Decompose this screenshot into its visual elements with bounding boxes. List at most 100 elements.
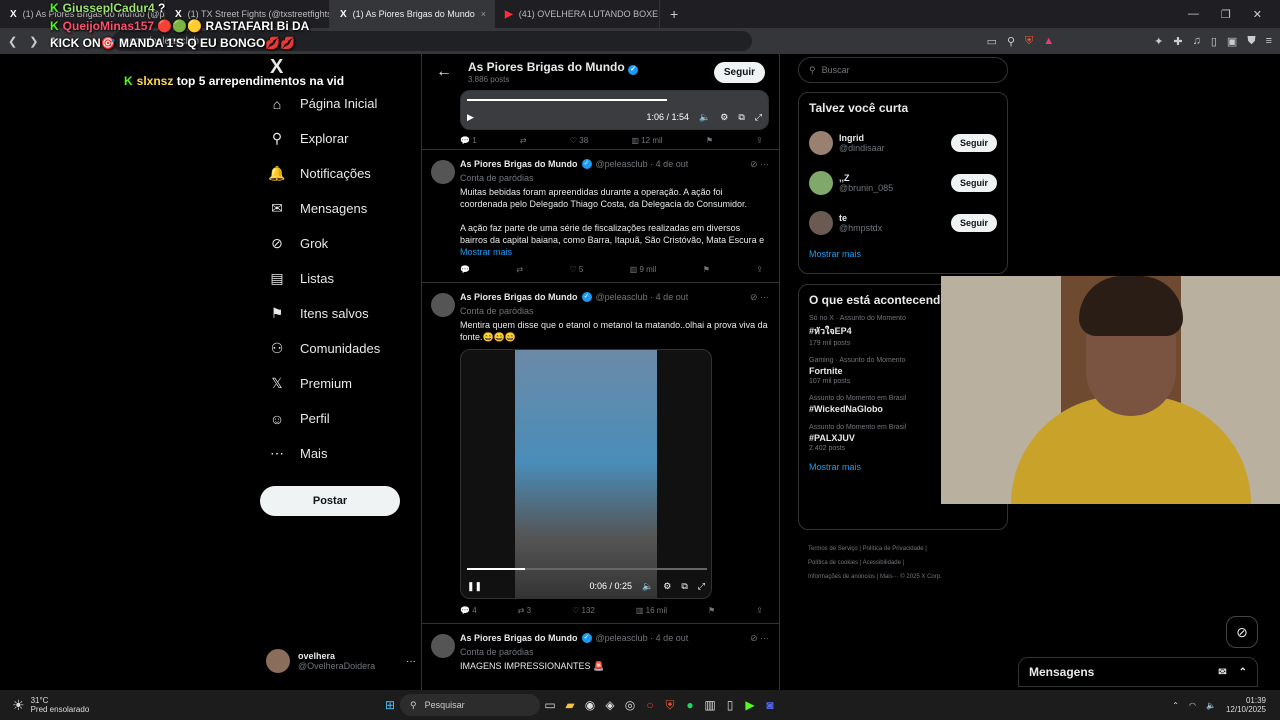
menu-icon[interactable]: ≡ xyxy=(1266,35,1272,48)
settings-icon[interactable]: ⚙ xyxy=(720,112,728,123)
pause-icon[interactable]: ❚❚ xyxy=(467,580,482,592)
zoom-icon[interactable]: ⚲ xyxy=(1007,35,1015,48)
new-tab-button[interactable]: + xyxy=(660,6,688,22)
follow-button[interactable]: Seguir xyxy=(950,134,997,152)
search-input[interactable]: ⚲ Buscar xyxy=(798,57,1008,83)
retweet-button[interactable]: ⇄ 3 xyxy=(518,605,531,617)
bookmark-button[interactable]: ⚑ xyxy=(706,136,713,145)
share-button[interactable]: ⇪ xyxy=(756,136,763,145)
like-button[interactable]: ♡ 5 xyxy=(569,264,583,276)
opera-icon[interactable]: ○ xyxy=(640,698,660,712)
sidebar-icon[interactable]: ▯ xyxy=(1211,35,1217,48)
weather-widget[interactable]: ☀ 31°C Pred ensolarado xyxy=(0,696,380,714)
windows-start-icon[interactable]: ⊞ xyxy=(380,698,400,712)
share-button[interactable]: ⇪ xyxy=(756,264,763,276)
retweet-button[interactable]: ⇄ xyxy=(516,264,523,276)
nav-item[interactable]: ⚲ Explorar xyxy=(260,121,420,156)
grok-icon[interactable]: ⊘ ··· xyxy=(750,158,769,170)
maximize-icon[interactable]: ❐ xyxy=(1221,8,1231,21)
bookmark-button[interactable]: ⚑ xyxy=(708,605,715,617)
nav-item[interactable]: 𝕏 Premium xyxy=(260,366,420,401)
account-switcher[interactable]: ovelhera @OvelheraDoidera ··· xyxy=(266,646,416,676)
compose-message-icon[interactable]: ✉ xyxy=(1218,667,1226,678)
grok-icon[interactable]: ⊘ xyxy=(1226,616,1258,648)
kick-icon[interactable]: ▶ xyxy=(740,698,760,712)
close-window-icon[interactable]: ✕ xyxy=(1253,8,1262,21)
more-icon[interactable]: ··· xyxy=(406,656,416,667)
x-logo[interactable]: X xyxy=(260,56,420,86)
video-progress[interactable] xyxy=(467,568,525,570)
expand-icon[interactable]: ⌃ xyxy=(1239,667,1247,678)
minimize-icon[interactable]: — xyxy=(1188,8,1199,21)
app-icon[interactable]: ▥ xyxy=(700,698,720,712)
play-icon[interactable]: ▶ xyxy=(467,112,474,123)
puzzle-icon[interactable]: ✚ xyxy=(1173,35,1182,48)
vpn-icon[interactable]: ⛊ xyxy=(1247,35,1255,48)
github-icon[interactable]: ◎ xyxy=(620,698,640,712)
fullscreen-icon[interactable]: ⤢ xyxy=(755,112,762,123)
like-button[interactable]: ♡ 38 xyxy=(570,136,588,145)
settings-icon[interactable]: ⚙ xyxy=(663,580,671,592)
show-more-link[interactable]: Mostrar mais xyxy=(460,246,769,258)
nav-item[interactable]: ⚑ Itens salvos xyxy=(260,296,420,331)
retweet-button[interactable]: ⇄ xyxy=(520,136,527,145)
avatar[interactable] xyxy=(431,634,455,658)
share-button[interactable]: ⇪ xyxy=(756,605,763,617)
follow-button[interactable]: Seguir xyxy=(950,174,997,192)
tweet[interactable]: As Piores Brigas do Mundo ✓ @peleasclub · … xyxy=(422,149,779,282)
post-button[interactable]: Postar xyxy=(260,486,400,516)
tweet[interactable]: As Piores Brigas do Mundo ✓ @peleasclub · … xyxy=(422,282,779,623)
volume-icon[interactable]: 🔈 xyxy=(699,112,710,123)
spotify-icon[interactable]: ● xyxy=(680,698,700,712)
like-button[interactable]: ♡ 132 xyxy=(572,605,595,617)
video-player[interactable]: ▶ 1:06 / 1:54 🔈 ⚙ ⧉ ⤢ xyxy=(460,90,769,130)
video-player[interactable]: ❚❚ 0:06 / 0:25 🔈 ⚙ ⧉ ⤢ xyxy=(460,349,712,599)
brave-shield-icon[interactable]: ⛨ xyxy=(1025,35,1033,48)
app-icon[interactable]: ◈ xyxy=(600,698,620,712)
follow-button[interactable]: Seguir xyxy=(950,214,997,232)
notepad-icon[interactable]: ▯ xyxy=(720,698,740,712)
avatar[interactable] xyxy=(431,160,455,184)
suggestion-item[interactable]: ,,Z @brunin_085 Seguir xyxy=(809,163,997,203)
nav-item[interactable]: ⊘ Grok xyxy=(260,226,420,261)
brave-icon[interactable]: ⛨ xyxy=(660,698,680,713)
reply-button[interactable]: 💬 xyxy=(460,264,470,276)
wifi-icon[interactable]: ◠ xyxy=(1189,701,1196,710)
messages-drawer[interactable]: Mensagens ✉ ⌃ xyxy=(1018,657,1258,687)
music-icon[interactable]: ♫ xyxy=(1193,35,1201,48)
suggestion-item[interactable]: Ingrid @dindisaar Seguir xyxy=(809,123,997,163)
close-tab-icon[interactable]: × xyxy=(481,9,486,19)
pip-icon[interactable]: ⧉ xyxy=(681,580,687,592)
nav-item[interactable]: ☺ Perfil xyxy=(260,401,420,436)
nav-item[interactable]: ▤ Listas xyxy=(260,261,420,296)
task-view-icon[interactable]: ▭ xyxy=(540,698,560,712)
suggestion-item[interactable]: te @hmpstdx Seguir xyxy=(809,203,997,243)
nav-item[interactable]: ⌂ Página Inicial xyxy=(260,86,420,121)
volume-icon[interactable]: 🔈 xyxy=(1206,701,1216,710)
nav-item[interactable]: ⚇ Comunidades xyxy=(260,331,420,366)
back-icon[interactable]: ❮ xyxy=(8,35,17,48)
back-arrow-icon[interactable]: ← xyxy=(436,63,452,81)
taskbar-search[interactable]: ⚲ Pesquisar xyxy=(400,694,540,716)
nav-item[interactable]: ⋯ Mais xyxy=(260,436,420,471)
browser-tab[interactable]: ▶(41) OVELHERA LUTANDO BOXE KKK× xyxy=(495,0,660,28)
show-more-link[interactable]: Mostrar mais xyxy=(809,249,997,259)
file-explorer-icon[interactable]: ▰ xyxy=(560,698,580,712)
cast-icon[interactable]: ▭ xyxy=(987,35,997,48)
reply-button[interactable]: 💬 1 xyxy=(460,136,477,145)
steam-icon[interactable]: ◉ xyxy=(580,698,600,712)
reply-button[interactable]: 💬 4 xyxy=(460,605,477,617)
extension-icon[interactable]: ✦ xyxy=(1154,35,1163,48)
fullscreen-icon[interactable]: ⤢ xyxy=(698,580,705,592)
clock[interactable]: 01:39 12/10/2025 xyxy=(1226,696,1266,714)
follow-button[interactable]: Seguir xyxy=(713,61,765,83)
views-button[interactable]: ▥ 16 mil xyxy=(636,605,667,617)
avatar[interactable] xyxy=(431,293,455,317)
pip-icon[interactable]: ⧉ xyxy=(738,112,744,123)
video-progress[interactable] xyxy=(467,99,667,101)
browser-tab-active[interactable]: X (1) As Piores Brigas do Mundo × xyxy=(330,0,495,28)
tweet[interactable]: As Piores Brigas do Mundo ✓ @peleasclub · … xyxy=(422,623,779,678)
wallet-icon[interactable]: ▣ xyxy=(1227,35,1237,48)
nav-item[interactable]: ✉ Mensagens xyxy=(260,191,420,226)
volume-icon[interactable]: 🔈 xyxy=(642,580,653,592)
